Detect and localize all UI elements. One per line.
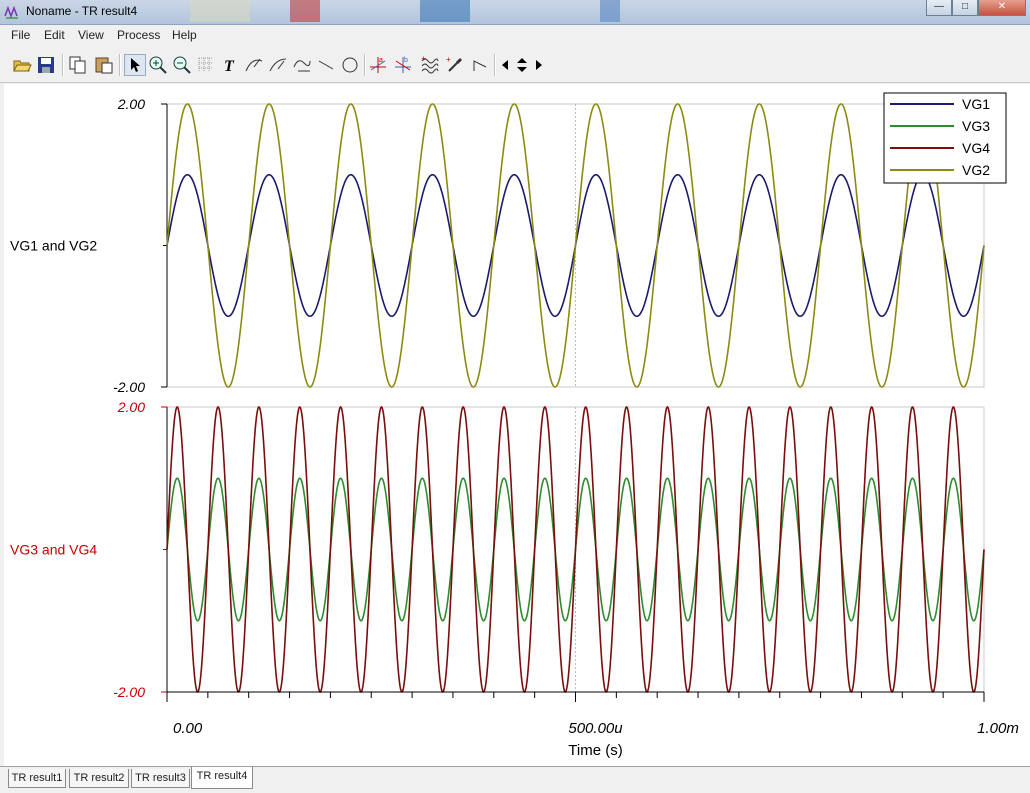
legend: VG1 VG3 VG4 VG2 — [883, 92, 1007, 184]
title-bar: Noname - TR result4 — □ ✕ — [0, 0, 1030, 25]
svg-text:a: a — [379, 57, 383, 64]
x-tick-label: 500.00u — [568, 720, 623, 737]
blurred-region — [420, 0, 470, 22]
y-axis-label: VG3 and VG4 — [10, 542, 97, 558]
text-icon[interactable]: T — [220, 55, 240, 75]
plot-area: 2.00 -2.00 VG1 and VG2 2.00 -2.00 VG3 and VG… — [4, 84, 1030, 766]
probe-icon[interactable]: + — [445, 55, 465, 75]
chart-panel-bottom: 2.00 -2.00 VG3 and VG4 — [10, 399, 985, 700]
tab-tr-result2[interactable]: TR result2 — [69, 769, 129, 788]
waveform-icon[interactable]: + — [420, 55, 440, 75]
tab-tr-result1[interactable]: TR result1 — [8, 769, 66, 788]
edit-curve-icon[interactable] — [292, 55, 312, 75]
y-tick-label: -2.00 — [113, 684, 145, 700]
next-icon[interactable] — [532, 55, 546, 75]
menu-edit[interactable]: Edit — [44, 28, 65, 42]
y-tick-label: 2.00 — [117, 399, 145, 415]
menu-process[interactable]: Process — [117, 28, 160, 42]
x-axis-title: Time (s) — [568, 742, 622, 759]
app-icon — [4, 5, 18, 19]
chart-svg[interactable]: 2.00 -2.00 VG1 and VG2 2.00 -2.00 VG3 and VG… — [4, 84, 1030, 766]
toolbar-separator — [494, 54, 496, 76]
circle-icon[interactable] — [340, 55, 360, 75]
toolbar: T a b + + — [0, 46, 1030, 83]
legend-label-vg3: VG3 — [962, 118, 990, 134]
chart-panel-top: 2.00 -2.00 VG1 and VG2 — [10, 96, 985, 395]
copy-icon[interactable] — [68, 55, 88, 75]
y-axis-label: VG1 and VG2 — [10, 238, 97, 254]
menu-file[interactable]: File — [11, 28, 30, 42]
minimize-button[interactable]: — — [926, 0, 952, 16]
open-icon[interactable] — [12, 55, 32, 75]
grid-icon[interactable] — [196, 55, 216, 75]
tab-bar: TR result1 TR result2 TR result3 TR resu… — [0, 766, 1030, 793]
x-tick-label: 1.00m — [977, 720, 1019, 737]
series-vg4 — [166, 406, 985, 693]
marker-icon[interactable] — [470, 55, 490, 75]
blurred-region — [600, 0, 620, 22]
y-tick-label: 2.00 — [117, 96, 145, 112]
pointer-icon[interactable] — [124, 54, 146, 76]
svg-text:+: + — [421, 55, 426, 63]
blurred-region — [190, 0, 250, 22]
window-title: Noname - TR result4 — [26, 4, 138, 18]
legend-label-vg1: VG1 — [962, 96, 990, 112]
y-tick-label: -2.00 — [113, 379, 145, 395]
cursor-a-icon[interactable]: a — [368, 55, 388, 75]
tab-tr-result4[interactable]: TR result4 — [191, 767, 253, 789]
save-icon[interactable] — [36, 55, 56, 75]
toolbar-separator — [364, 54, 366, 76]
close-button[interactable]: ✕ — [978, 0, 1026, 16]
svg-text:T: T — [224, 58, 235, 75]
time-axis: 0.00 500.00u 1.00m Time (s) — [166, 691, 1019, 759]
toolbar-separator — [119, 54, 121, 76]
maximize-button[interactable]: □ — [952, 0, 978, 16]
cursor-b-icon[interactable]: b — [393, 55, 413, 75]
toolbar-separator — [62, 54, 64, 76]
x-tick-label: 0.00 — [173, 720, 203, 737]
curve-label-b-icon[interactable] — [268, 55, 288, 75]
zoom-fit-icon[interactable] — [172, 55, 192, 75]
menu-bar: File Edit View Process Help — [0, 25, 1030, 45]
legend-label-vg2: VG2 — [962, 162, 990, 178]
zoom-in-icon[interactable] — [148, 55, 168, 75]
updown-icon[interactable] — [513, 55, 531, 75]
legend-label-vg4: VG4 — [962, 140, 990, 156]
curve-label-a-icon[interactable] — [244, 55, 264, 75]
blurred-region — [290, 0, 320, 22]
menu-view[interactable]: View — [78, 28, 104, 42]
menu-help[interactable]: Help — [172, 28, 197, 42]
paste-icon[interactable] — [94, 55, 114, 75]
svg-text:b: b — [404, 57, 408, 64]
line-icon[interactable] — [316, 55, 336, 75]
svg-text:+: + — [446, 55, 451, 64]
prev-icon[interactable] — [498, 55, 512, 75]
tab-tr-result3[interactable]: TR result3 — [131, 769, 190, 788]
